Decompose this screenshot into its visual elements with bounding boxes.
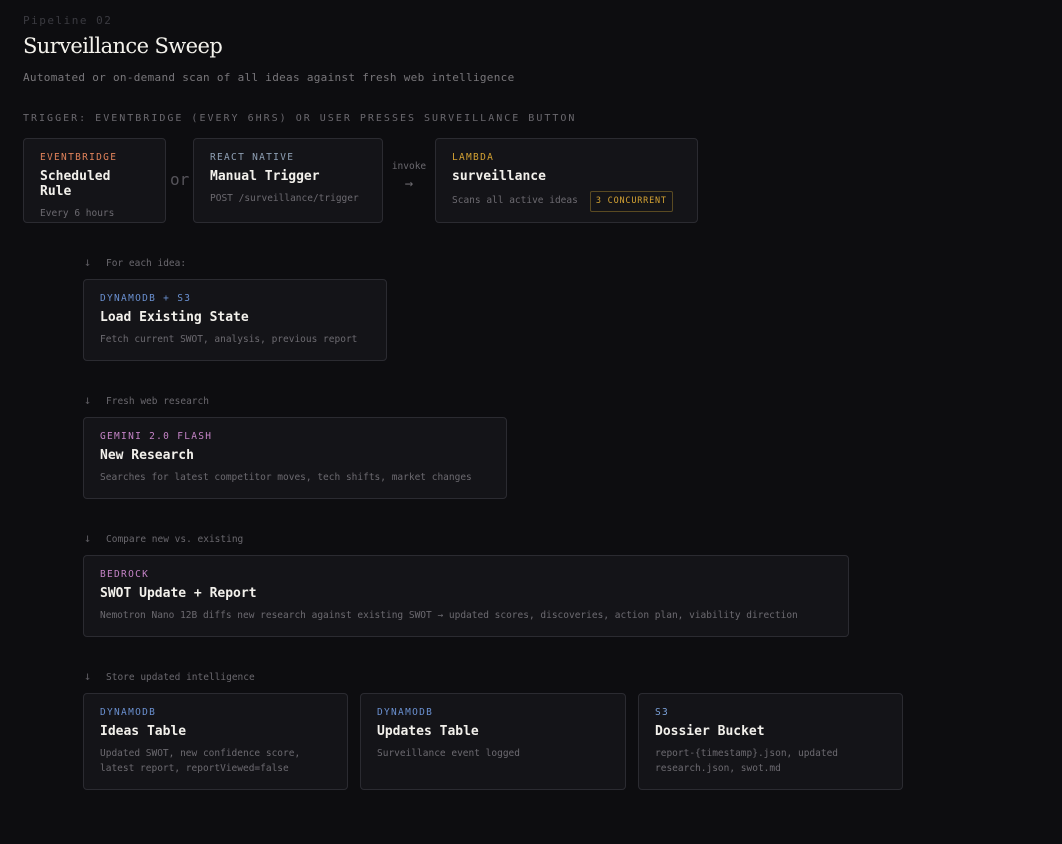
lambda-card: LAMBDA surveillance Scans all active ide…	[435, 138, 698, 223]
card-kind: DYNAMODB	[100, 707, 157, 718]
card-desc: Surveillance event logged	[377, 748, 520, 759]
card-title: Scheduled Rule	[40, 169, 111, 199]
load-state-card: DYNAMODB + S3 Load Existing State Fetch …	[83, 279, 387, 361]
updates-table-card: DYNAMODB Updates Table Surveillance even…	[360, 693, 626, 790]
card-desc: Searches for latest competitor moves, te…	[100, 472, 472, 483]
card-kind: REACT NATIVE	[210, 152, 295, 163]
invoke-label: invoke	[391, 161, 427, 172]
manual-trigger-card: REACT NATIVE Manual Trigger POST /survei…	[193, 138, 383, 223]
card-kind: DYNAMODB + S3	[100, 293, 192, 304]
arrow-right-icon: →	[404, 176, 414, 192]
invoke-connector: invoke →	[389, 161, 429, 192]
card-desc-row: Scans all active ideas 3 CONCURRENT	[452, 191, 681, 212]
step-label: ↓ Store updated intelligence	[84, 669, 255, 683]
card-desc: Fetch current SWOT, analysis, previous r…	[100, 334, 358, 345]
card-kind: DYNAMODB	[377, 707, 434, 718]
card-title: Manual Trigger	[210, 169, 320, 184]
dossier-bucket-card: S3 Dossier Bucket report-{timestamp}.jso…	[638, 693, 903, 790]
step-label: ↓ Compare new vs. existing	[84, 531, 243, 545]
step-label: ↓ For each idea:	[84, 255, 186, 269]
step-label: ↓ Fresh web research	[84, 393, 209, 407]
page-title: Surveillance Sweep	[23, 34, 223, 58]
ideas-table-card: DYNAMODB Ideas Table Updated SWOT, new c…	[83, 693, 348, 790]
step-text: Fresh web research	[106, 396, 209, 407]
card-kind: GEMINI 2.0 FLASH	[100, 431, 213, 442]
trigger-label: TRIGGER: EVENTBRIDGE (EVERY 6HRS) OR USE…	[23, 113, 577, 124]
card-title: Updates Table	[377, 724, 479, 739]
card-title: New Research	[100, 448, 194, 463]
page-subtitle: Automated or on-demand scan of all ideas…	[23, 71, 515, 84]
eventbridge-card: EVENTBRIDGE Scheduled Rule Every 6 hours	[23, 138, 166, 223]
card-title: Load Existing State	[100, 310, 249, 325]
step-text: Compare new vs. existing	[106, 534, 244, 545]
card-kind: S3	[655, 707, 670, 718]
card-desc: report-{timestamp}.json, updated researc…	[655, 748, 839, 774]
card-desc: Updated SWOT, new confidence score, late…	[100, 748, 301, 774]
swot-card: BEDROCK SWOT Update + Report Nemotron Na…	[83, 555, 849, 637]
arrow-down-icon: ↓	[84, 531, 92, 545]
card-desc: POST /surveillance/trigger	[210, 193, 359, 204]
card-kind: EVENTBRIDGE	[40, 152, 118, 163]
research-card: GEMINI 2.0 FLASH New Research Searches f…	[83, 417, 507, 499]
step-text: For each idea:	[106, 258, 187, 269]
step-text: Store updated intelligence	[106, 672, 255, 683]
or-label: or	[170, 170, 190, 189]
card-title: surveillance	[452, 169, 546, 184]
arrow-down-icon: ↓	[84, 393, 92, 407]
pipeline-eyebrow: Pipeline 02	[23, 14, 113, 27]
card-title: Dossier Bucket	[655, 724, 765, 739]
card-desc: Scans all active ideas	[452, 195, 578, 206]
arrow-down-icon: ↓	[84, 669, 92, 683]
card-desc: Every 6 hours	[40, 208, 115, 219]
concurrency-badge: 3 CONCURRENT	[589, 191, 673, 212]
card-kind: LAMBDA	[452, 152, 495, 163]
card-title: SWOT Update + Report	[100, 586, 257, 601]
arrow-down-icon: ↓	[84, 255, 92, 269]
card-title: Ideas Table	[100, 724, 187, 739]
card-desc: Nemotron Nano 12B diffs new research aga…	[100, 610, 798, 621]
card-kind: BEDROCK	[100, 569, 150, 580]
